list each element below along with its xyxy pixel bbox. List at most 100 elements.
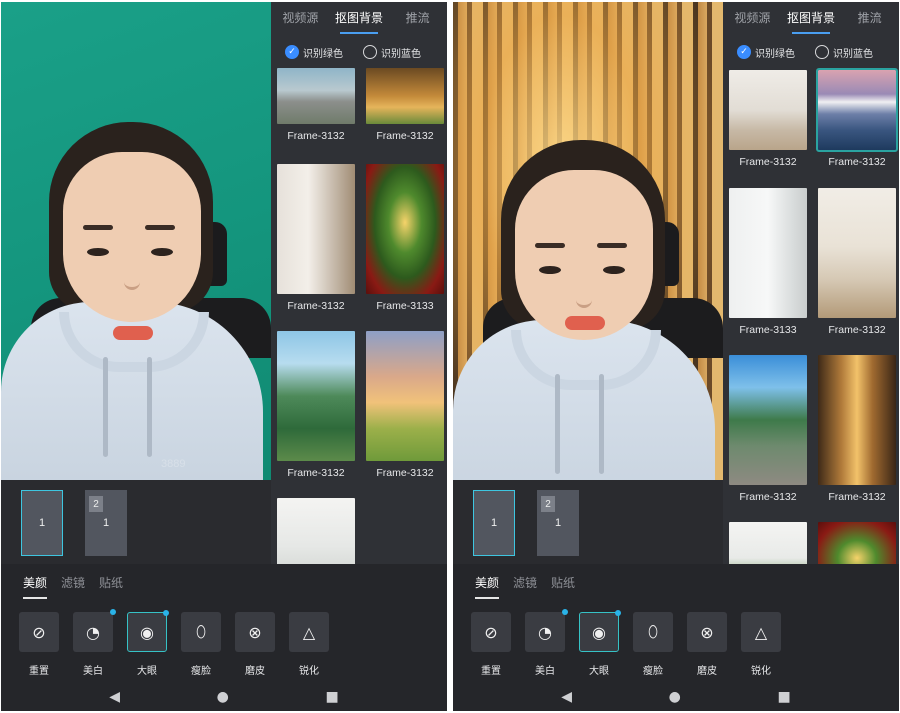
background-thumb[interactable]: Frame-3132 xyxy=(366,68,444,142)
background-thumb[interactable]: Frame-3132 xyxy=(818,355,896,503)
option-detect-green[interactable]: ✓ 识别绿色 xyxy=(737,45,795,60)
thumb-anime-street xyxy=(729,355,807,485)
person-figure xyxy=(1,2,271,480)
smooth-skin-icon: ⊗ xyxy=(687,612,727,652)
tool-big-eye[interactable]: ◉ 大眼 xyxy=(579,610,621,677)
sharpen-icon: △ xyxy=(289,612,329,652)
hoodie-string xyxy=(147,357,152,457)
tool-big-eye[interactable]: ◉ 大眼 xyxy=(127,610,169,677)
background-grid: Frame-3132 Frame-3132 Frame-3133 Frame-3… xyxy=(723,66,899,564)
thumb-caption: Frame-3132 xyxy=(376,467,434,479)
tab-beauty[interactable]: 美颜 xyxy=(23,574,48,599)
tab-streaming[interactable]: 推流 xyxy=(388,2,447,36)
background-thumb[interactable]: Frame-3132 xyxy=(366,331,444,479)
side-panel: 视频源 抠图背景 推流 ✓ 识别绿色 识别蓝色 Frame-3132 Frame… xyxy=(723,2,899,564)
thumb-caption: Frame-3132 xyxy=(828,324,886,336)
layer-item[interactable]: 2 1 xyxy=(537,490,579,556)
tool-label: 锐化 xyxy=(299,666,319,677)
background-thumb[interactable]: Frame-3132 xyxy=(277,331,355,479)
back-icon[interactable]: ◀ xyxy=(561,689,572,705)
person-figure xyxy=(453,2,723,480)
brow xyxy=(535,243,565,248)
thumb-caption: Frame-3132 xyxy=(287,467,345,479)
lips xyxy=(565,316,605,330)
beauty-panel: 美颜 滤镜 贴纸 ⊘ 重置 ◔ 美白 ◉ 大眼 ⬯ 瘦脸 ⊗ 磨皮 △ 锐化 ◀… xyxy=(1,564,447,711)
tool-label: 大眼 xyxy=(137,666,157,677)
home-icon[interactable]: ● xyxy=(669,689,681,705)
tool-slim-face[interactable]: ⬯ 瘦脸 xyxy=(181,612,221,677)
thumb-christmas-tree xyxy=(818,522,896,564)
tool-sharpen[interactable]: △ 锐化 xyxy=(289,612,329,677)
tab-filter[interactable]: 滤镜 xyxy=(513,574,537,599)
layer-badge: 2 xyxy=(89,496,103,512)
back-icon[interactable]: ◀ xyxy=(109,689,120,705)
background-thumb[interactable]: Frame-3132 xyxy=(816,68,898,168)
tool-reset[interactable]: ⊘ 重置 xyxy=(471,612,511,677)
layer-item[interactable]: 2 1 xyxy=(85,490,127,556)
system-navbar: ◀ ● ■ xyxy=(453,682,899,711)
reset-icon: ⊘ xyxy=(19,612,59,652)
option-label: 识别蓝色 xyxy=(381,48,421,60)
tool-slim-face[interactable]: ⬯ 瘦脸 xyxy=(633,612,673,677)
tool-smooth-skin[interactable]: ⊗ 磨皮 xyxy=(687,612,727,677)
tool-sharpen[interactable]: △ 锐化 xyxy=(741,612,781,677)
tool-label: 重置 xyxy=(29,666,49,677)
background-thumb[interactable]: Frame-3132 xyxy=(277,164,355,312)
beauty-tabs: 美颜 滤镜 贴纸 xyxy=(475,574,575,599)
thumb-forest-warm xyxy=(366,68,444,124)
side-panel: 视频源 抠图背景 推流 ✓ 识别绿色 识别蓝色 Frame-3132 Frame… xyxy=(271,2,447,564)
recents-icon[interactable]: ■ xyxy=(325,689,338,705)
tool-label: 锐化 xyxy=(751,666,771,677)
layer-label: 1 xyxy=(102,517,110,529)
tool-whitening[interactable]: ◔ 美白 xyxy=(73,609,116,677)
tab-beauty[interactable]: 美颜 xyxy=(475,574,500,599)
tab-sticker[interactable]: 贴纸 xyxy=(99,574,123,599)
background-thumb[interactable]: Frame-3133 xyxy=(366,164,444,312)
home-icon[interactable]: ● xyxy=(217,689,229,705)
beauty-tools: ⊘ 重置 ◔ 美白 ◉ 大眼 ⬯ 瘦脸 ⊗ 磨皮 △ 锐化 xyxy=(19,609,329,677)
tab-sticker[interactable]: 贴纸 xyxy=(551,574,575,599)
new-dot-icon xyxy=(562,609,568,615)
tab-matting-background[interactable]: 抠图背景 xyxy=(330,2,389,36)
tab-video-source[interactable]: 视频源 xyxy=(723,2,782,36)
option-detect-green[interactable]: ✓ 识别绿色 xyxy=(285,45,343,60)
background-thumb[interactable] xyxy=(277,498,355,564)
slim-face-icon: ⬯ xyxy=(633,612,673,652)
recents-icon[interactable]: ■ xyxy=(777,689,790,705)
layer-strip: 1 2 1 xyxy=(453,480,723,564)
tool-smooth-skin[interactable]: ⊗ 磨皮 xyxy=(235,612,275,677)
tab-streaming[interactable]: 推流 xyxy=(840,2,899,36)
beauty-tools: ⊘ 重置 ◔ 美白 ◉ 大眼 ⬯ 瘦脸 ⊗ 磨皮 △ 锐化 xyxy=(471,609,781,677)
tool-reset[interactable]: ⊘ 重置 xyxy=(19,612,59,677)
thumb-room-chair xyxy=(277,164,355,294)
thumb-caption: Frame-3132 xyxy=(739,156,797,168)
tab-video-source[interactable]: 视频源 xyxy=(271,2,330,36)
tab-filter[interactable]: 滤镜 xyxy=(61,574,85,599)
thumb-living-room xyxy=(729,70,807,150)
background-grid: Frame-3132 Frame-3132 Frame-3132 Frame-3… xyxy=(271,66,447,564)
background-thumb[interactable]: Frame-3133 xyxy=(729,188,807,336)
background-thumb[interactable]: Frame-3132 xyxy=(277,68,355,142)
thumb-christmas-tree xyxy=(366,164,444,294)
beauty-tabs: 美颜 滤镜 贴纸 xyxy=(23,574,123,599)
screen-green-screen: 3889 视频源 抠图背景 推流 ✓ 识别绿色 识别蓝色 Frame-3132 xyxy=(1,2,447,711)
option-detect-blue[interactable]: 识别蓝色 xyxy=(815,45,873,60)
layer-label: 1 xyxy=(38,517,46,529)
background-thumb[interactable]: Frame-3132 xyxy=(818,188,896,336)
screen-forest-background: 视频源 抠图背景 推流 ✓ 识别绿色 识别蓝色 Frame-3132 Frame… xyxy=(453,2,899,711)
thumb-caption: Frame-3133 xyxy=(739,324,797,336)
background-thumb[interactable]: Frame-3132 xyxy=(729,70,807,168)
background-thumb[interactable]: Frame-3132 xyxy=(729,355,807,503)
hoodie-string xyxy=(103,357,108,457)
thumb-beige-room xyxy=(818,188,896,318)
background-thumb[interactable] xyxy=(818,522,896,564)
system-navbar: ◀ ● ■ xyxy=(1,682,447,711)
hoodie-string xyxy=(599,374,604,474)
option-detect-blue[interactable]: 识别蓝色 xyxy=(363,45,421,60)
tab-matting-background[interactable]: 抠图背景 xyxy=(782,2,841,36)
layer-item[interactable]: 1 xyxy=(21,490,63,556)
background-thumb[interactable] xyxy=(729,522,807,564)
thumb-caption: Frame-3132 xyxy=(739,491,797,503)
tool-whitening[interactable]: ◔ 美白 xyxy=(525,609,568,677)
layer-item[interactable]: 1 xyxy=(473,490,515,556)
